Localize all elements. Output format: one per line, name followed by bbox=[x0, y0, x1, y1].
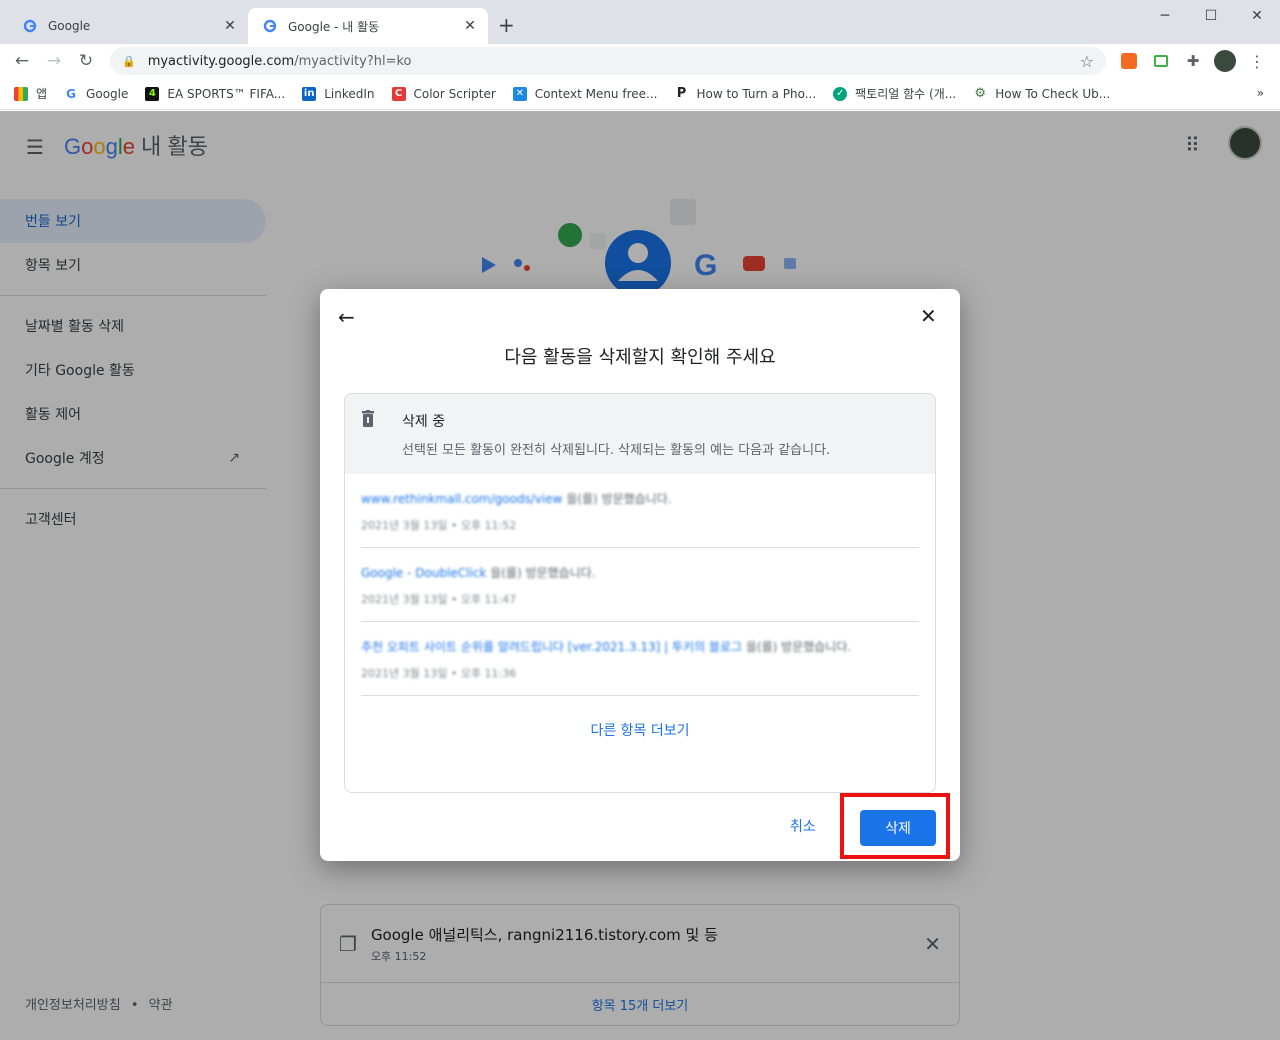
delete-summary-box: 삭제 중 선택된 모든 활동이 완전히 삭제됩니다. 삭제되는 활동의 예는 다… bbox=[344, 393, 936, 793]
bookmark-google[interactable]: G Google bbox=[64, 86, 128, 101]
ea-sports-icon: 4 bbox=[145, 86, 160, 101]
forward-arrow-icon[interactable]: → bbox=[38, 45, 70, 77]
close-icon[interactable]: ✕ bbox=[920, 304, 937, 328]
bookmark-how-to-turn[interactable]: P How to Turn a Pho... bbox=[674, 86, 816, 101]
activity-text: 을(를) 방문했습니다. bbox=[742, 640, 852, 654]
bookmark-how-to-check[interactable]: ⚙ How To Check Ub... bbox=[973, 86, 1110, 101]
google-favicon-icon bbox=[22, 18, 38, 34]
bookmark-ea-sports[interactable]: 4 EA SPORTS™ FIFA... bbox=[145, 86, 285, 101]
section-description: 선택된 모든 활동이 완전히 삭제됩니다. 삭제되는 활동의 예는 다음과 같습… bbox=[402, 443, 831, 458]
trash-icon bbox=[361, 410, 375, 431]
profile-avatar-icon[interactable] bbox=[1210, 44, 1240, 78]
bookmark-star-icon[interactable]: ☆ bbox=[1080, 52, 1094, 71]
back-arrow-icon[interactable]: ← bbox=[6, 45, 38, 77]
bookmark-factorial[interactable]: ✓ 팩토리얼 함수 (개... bbox=[833, 85, 956, 102]
section-title: 삭제 중 bbox=[402, 414, 446, 430]
gear-logo-icon: ⚙ bbox=[973, 86, 988, 101]
highlight-annotation-box bbox=[840, 793, 950, 859]
activity-date: 2021년 3월 13일 • 오후 11:47 bbox=[361, 593, 517, 606]
bookmark-linkedin[interactable]: in LinkedIn bbox=[302, 86, 375, 101]
minimize-icon[interactable]: ─ bbox=[1142, 0, 1188, 32]
shield-logo-icon: ✓ bbox=[833, 86, 848, 101]
bookmark-apps[interactable]: 앱 bbox=[14, 85, 47, 102]
linkedin-icon: in bbox=[302, 86, 317, 101]
tab-google[interactable]: Google ✕ bbox=[8, 8, 248, 44]
list-item: Google - DoubleClick 을(를) 방문했습니다. 2021년 … bbox=[361, 548, 919, 622]
window-close-icon[interactable]: ✕ bbox=[1234, 0, 1280, 32]
reload-icon[interactable]: ↻ bbox=[70, 45, 102, 77]
activity-text: 을(를) 방문했습니다. bbox=[562, 492, 672, 506]
window-controls: ─ ☐ ✕ bbox=[1142, 0, 1280, 32]
back-arrow-icon[interactable]: ← bbox=[338, 305, 355, 329]
p-logo-icon: P bbox=[674, 86, 689, 101]
list-item: 추천 오피트 사이트 순위를 알려드립니다 [ver.2021.3.13] | … bbox=[361, 622, 919, 696]
activity-text: 을(를) 방문했습니다. bbox=[486, 566, 596, 580]
cancel-button[interactable]: 취소 bbox=[790, 816, 816, 836]
dialog-title: 다음 활동을 삭제할지 확인해 주세요 bbox=[504, 347, 776, 368]
bookmarks-bar: 앱 G Google 4 EA SPORTS™ FIFA... in LinkedIn… bbox=[0, 78, 1280, 110]
context-menu-icon: ✕ bbox=[512, 86, 527, 101]
activity-link[interactable]: www.rethinkmall.com/goods/view bbox=[361, 492, 562, 506]
tab-title: Google bbox=[48, 19, 91, 33]
delete-confirm-dialog: ← ✕ 다음 활동을 삭제할지 확인해 주세요 삭제 중 선택된 모든 활동이 … bbox=[320, 289, 960, 861]
load-more-link[interactable]: 다른 항목 더보기 bbox=[361, 696, 919, 740]
activity-link[interactable]: 추천 오피트 사이트 순위를 알려드립니다 [ver.2021.3.13] | … bbox=[361, 640, 742, 654]
tab-close-icon[interactable]: ✕ bbox=[222, 18, 238, 34]
tab-title: Google - 내 활동 bbox=[288, 19, 380, 34]
maximize-icon[interactable]: ☐ bbox=[1188, 0, 1234, 32]
tab-close-icon[interactable]: ✕ bbox=[462, 18, 478, 34]
extension-rx-icon[interactable] bbox=[1114, 44, 1144, 78]
google-icon: G bbox=[64, 86, 79, 101]
lock-icon: 🔒 bbox=[122, 54, 136, 68]
activity-date: 2021년 3월 13일 • 오후 11:52 bbox=[361, 519, 517, 532]
browser-menu-icon[interactable]: ⋮ bbox=[1242, 44, 1272, 78]
extensions-puzzle-icon[interactable]: ✚ bbox=[1178, 44, 1208, 78]
bookmarks-overflow-icon[interactable]: » bbox=[1257, 86, 1264, 100]
tab-strip: Google ✕ Google - 내 활동 ✕ + ─ ☐ ✕ bbox=[0, 0, 1280, 44]
extension-screen-icon[interactable] bbox=[1146, 44, 1176, 78]
bookmark-context-menu[interactable]: ✕ Context Menu free... bbox=[512, 86, 657, 101]
activity-date: 2021년 3월 13일 • 오후 11:36 bbox=[361, 667, 517, 680]
activity-link[interactable]: Google - DoubleClick bbox=[361, 566, 486, 580]
activity-list: www.rethinkmall.com/goods/view 을(를) 방문했습… bbox=[345, 474, 935, 740]
browser-toolbar: ← → ↻ 🔒 myactivity.google.com/myactivity… bbox=[0, 44, 1280, 78]
new-tab-plus-icon[interactable]: + bbox=[498, 13, 515, 37]
address-bar[interactable]: 🔒 myactivity.google.com/myactivity?hl=ko… bbox=[110, 47, 1106, 75]
url-text: myactivity.google.com/myactivity?hl=ko bbox=[147, 53, 412, 69]
list-item: www.rethinkmall.com/goods/view 을(를) 방문했습… bbox=[361, 474, 919, 548]
color-scripter-icon: C bbox=[391, 86, 406, 101]
summary-header: 삭제 중 선택된 모든 활동이 완전히 삭제됩니다. 삭제되는 활동의 예는 다… bbox=[345, 394, 935, 474]
google-favicon-icon bbox=[262, 18, 278, 34]
tab-my-activity[interactable]: Google - 내 활동 ✕ bbox=[248, 8, 488, 44]
apps-grid-icon bbox=[14, 86, 28, 101]
bookmark-color-scripter[interactable]: C Color Scripter bbox=[391, 86, 496, 101]
